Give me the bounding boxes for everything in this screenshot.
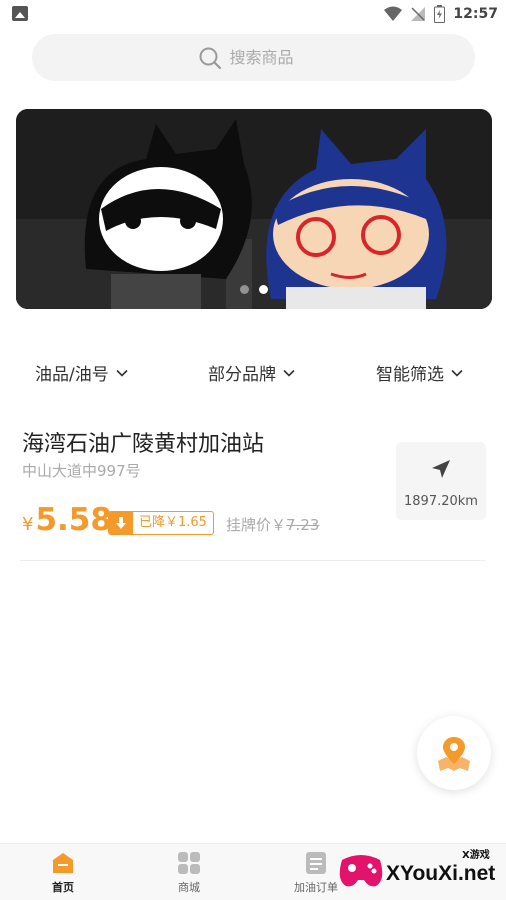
filter-label: 部分品牌 [208, 365, 276, 385]
banner-carousel[interactable] [16, 109, 492, 309]
status-icons: 12:57 [384, 4, 498, 24]
filter-row: 油品/油号 部分品牌 智能筛选 [0, 352, 506, 392]
nav-home[interactable]: 首页 [23, 850, 103, 895]
chevron-down-icon [116, 369, 128, 377]
list-price: 挂牌价￥7.23 [226, 514, 319, 535]
banner-image [16, 109, 492, 309]
navigation-arrow-icon [432, 460, 450, 478]
price: ¥ 5.58 [22, 502, 112, 538]
watermark-text: XYouXi.net [386, 862, 496, 885]
list-price-label: 挂牌价￥ [226, 516, 287, 534]
order-list-icon [306, 852, 326, 874]
list-price-value: 7.23 [286, 516, 320, 534]
banner-dot-active[interactable] [259, 285, 268, 294]
filter-smart[interactable]: 智能筛选 [376, 360, 464, 385]
filter-fuel-type[interactable]: 油品/油号 [35, 360, 129, 385]
price-currency: ¥ [22, 514, 34, 535]
discount-text: 已降￥1.65 [139, 515, 207, 530]
battery-icon [434, 5, 446, 23]
status-time: 12:57 [453, 6, 498, 22]
home-icon [53, 853, 73, 873]
distance: 1897.20km [404, 494, 478, 509]
wifi-icon [384, 6, 403, 21]
status-bar: 12:57 [0, 0, 506, 28]
banner-dot[interactable] [240, 285, 249, 294]
navigate-button[interactable]: 1897.20km [396, 442, 486, 520]
arrow-down-icon [109, 512, 133, 534]
banner-pagination [16, 285, 492, 294]
search-bar[interactable] [32, 34, 475, 81]
watermark-small: X游戏 [462, 850, 490, 861]
search-input[interactable] [229, 48, 310, 67]
map-pin-icon [438, 737, 470, 771]
gamepad-logo-icon [339, 855, 383, 887]
gallery-notification-icon [12, 6, 28, 21]
search-icon [199, 47, 221, 69]
filter-label: 智能筛选 [376, 365, 444, 385]
grid-icon [178, 852, 200, 874]
chevron-down-icon [451, 369, 463, 377]
chevron-down-icon [283, 369, 295, 377]
price-value: 5.58 [35, 502, 112, 538]
nav-label: 首页 [52, 881, 74, 894]
discount-badge: 已降￥1.65 [108, 511, 214, 535]
station-card[interactable]: 海湾石油广陵黄村加油站 中山大道中997号 ¥ 5.58 已降￥1.65 挂牌价… [20, 420, 486, 561]
nav-label: 商城 [178, 881, 200, 894]
no-signal-icon [411, 7, 426, 21]
map-button[interactable] [417, 716, 491, 790]
station-address: 中山大道中997号 [22, 462, 141, 480]
nav-mall[interactable]: 商城 [149, 850, 229, 895]
watermark-logo: X游戏 XYouXi.net [336, 842, 506, 900]
station-name: 海湾石油广陵黄村加油站 [22, 432, 265, 457]
filter-label: 油品/油号 [35, 365, 109, 385]
filter-brand[interactable]: 部分品牌 [208, 360, 296, 385]
